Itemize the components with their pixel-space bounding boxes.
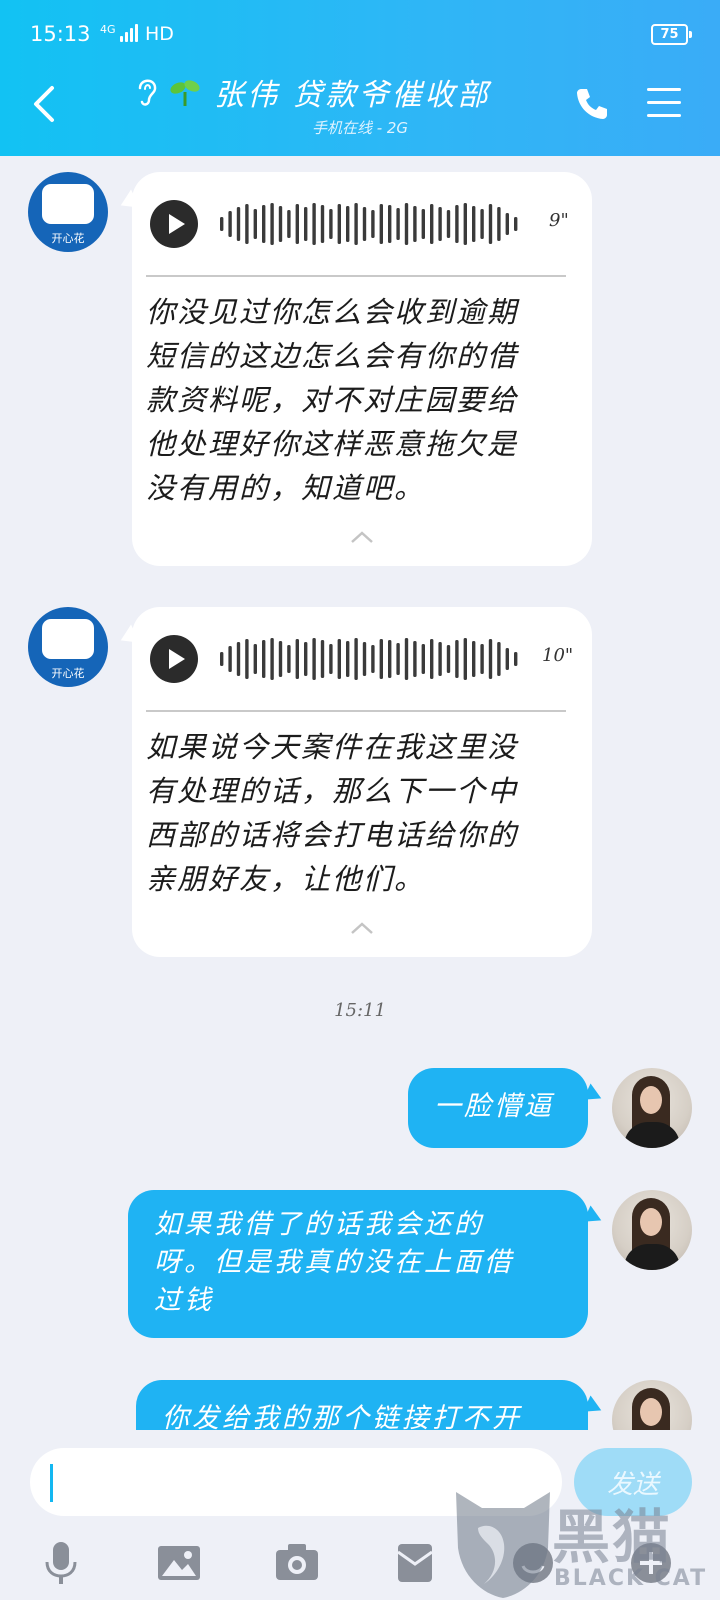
sent-message[interactable]: 如果我借了的话我会还的 呀。但是我真的没在上面借 过钱 [128, 1190, 588, 1338]
waveform-icon [220, 638, 518, 680]
camera-icon[interactable] [272, 1538, 322, 1588]
ear-icon [138, 79, 157, 106]
avatar-label: 开心花 [51, 232, 85, 245]
sent-message[interactable]: 你发给我的那个链接打不开 [136, 1380, 588, 1432]
online-status: 手机在线 - 2G [311, 119, 409, 137]
user-avatar[interactable] [612, 1190, 692, 1270]
battery-icon: 75 [651, 24, 692, 45]
status-time: 15:13 [30, 22, 91, 46]
avatar-label: 开心花 [51, 667, 85, 680]
sender-avatar[interactable]: 开心花 [28, 607, 108, 687]
divider [146, 275, 566, 277]
sent-message[interactable]: 一脸懵逼 [408, 1068, 588, 1148]
user-avatar[interactable] [612, 1068, 692, 1148]
cat-logo-icon [456, 1492, 550, 1598]
chat-title-row[interactable]: 张伟 贷款爷催收部 [134, 72, 491, 113]
play-icon[interactable] [150, 635, 198, 683]
waveform-icon [220, 203, 518, 245]
app-logo-icon [42, 184, 94, 224]
chevron-up-icon[interactable] [350, 530, 374, 544]
text-caret [50, 1464, 53, 1502]
red-packet-icon[interactable] [390, 1538, 440, 1588]
message-timestamp: 15:11 [334, 1000, 386, 1021]
chevron-up-icon[interactable] [350, 921, 374, 935]
signal-icon [120, 24, 142, 42]
hd-label: HD [145, 23, 174, 45]
microphone-icon[interactable] [36, 1538, 86, 1588]
chat-header: 15:13 4G HD 75 张伟 贷款爷催收部 手机在线 - 2G [0, 0, 720, 156]
network-label: 4G [100, 23, 116, 36]
sprout-icon [170, 80, 200, 106]
voice-duration: 9" [549, 210, 569, 231]
voice-message[interactable]: 9" 你没见过你怎么会收到逾期 短信的这边怎么会有你的借 款资料呢，对不对庄园要… [132, 172, 592, 566]
chat-title: 张伟 贷款爷催收部 [214, 78, 491, 113]
app-logo-icon [42, 619, 94, 659]
play-icon[interactable] [150, 200, 198, 248]
menu-icon[interactable] [647, 88, 681, 118]
blackcat-watermark: 黑猫 BLACK CAT [448, 1488, 720, 1600]
divider [146, 710, 566, 712]
user-avatar[interactable] [612, 1380, 692, 1432]
phone-icon[interactable] [574, 86, 610, 122]
voice-duration: 10" [542, 645, 574, 666]
image-icon[interactable] [154, 1538, 204, 1588]
voice-message[interactable]: 10" 如果说今天案件在我这里没 有处理的话，那么下一个中 西部的话将会打电话给… [132, 607, 592, 957]
sender-avatar[interactable]: 开心花 [28, 172, 108, 252]
voice-transcript: 你没见过你怎么会收到逾期 短信的这边怎么会有你的借 款资料呢，对不对庄园要给 他… [146, 295, 519, 505]
message-clip: 你发给我的那个链接打不开 [0, 1376, 720, 1432]
voice-transcript: 如果说今天案件在我这里没 有处理的话，那么下一个中 西部的话将会打电话给你的 亲… [146, 730, 519, 896]
